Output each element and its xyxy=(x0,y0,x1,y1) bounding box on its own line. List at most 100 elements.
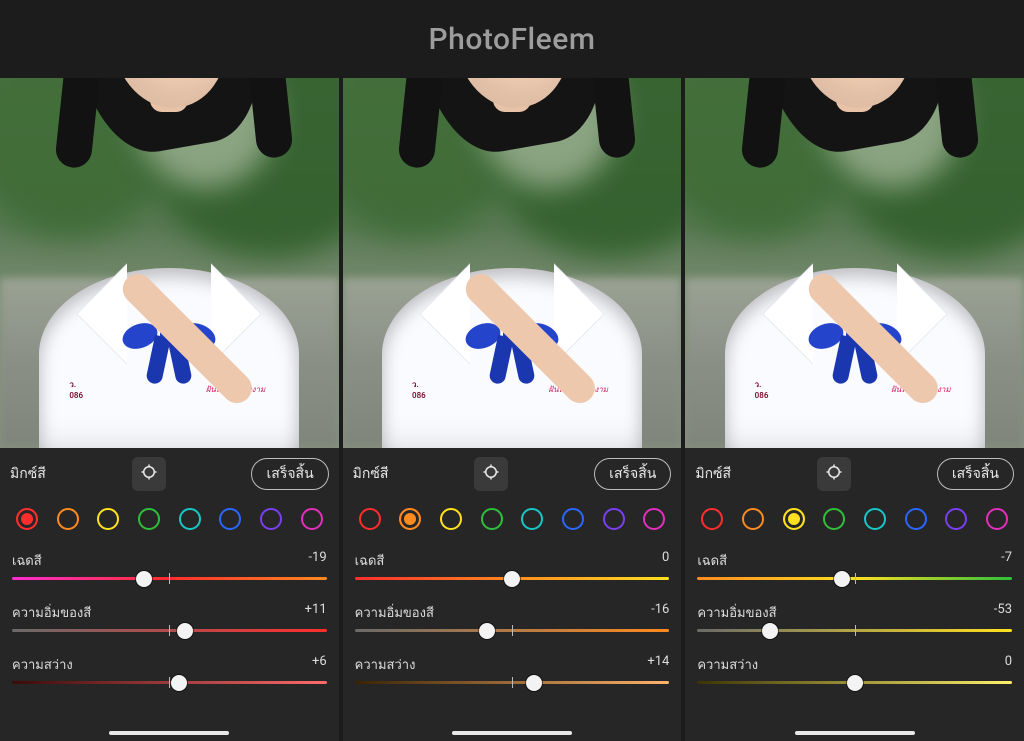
color-swatch[interactable] xyxy=(179,508,201,530)
color-swatch[interactable] xyxy=(643,508,665,530)
color-swatch[interactable] xyxy=(481,508,503,530)
slider-label: ความสว่าง xyxy=(697,654,758,675)
slider-value: +6 xyxy=(312,654,327,675)
slider-label: ความอิ่มของสี xyxy=(355,602,434,623)
color-swatch[interactable] xyxy=(138,508,160,530)
controls-topbar: มิกซ์สี เสร็จสิ้น xyxy=(353,448,672,500)
slider-value: 0 xyxy=(1005,654,1012,675)
watermark-text: PhotoFleem xyxy=(0,0,1024,78)
slider-knob[interactable] xyxy=(847,675,863,691)
color-swatch[interactable] xyxy=(440,508,462,530)
slider-track[interactable] xyxy=(12,681,327,684)
slider-row: ความสว่าง+6 xyxy=(12,654,327,684)
slider-center-tick xyxy=(855,625,856,636)
editor-panel: ว.086 ฝันหวาน สวยงาม มิกซ์สี เสร็จสิ้นเฉด… xyxy=(343,78,682,741)
slider-knob[interactable] xyxy=(762,623,778,639)
crosshair-icon xyxy=(825,463,843,485)
panel-title: มิกซ์สี xyxy=(10,463,46,485)
slider-track[interactable] xyxy=(697,629,1012,632)
controls-area: มิกซ์สี เสร็จสิ้นเฉดสี-7 ความอิ่มของสี-53 ค… xyxy=(685,448,1024,741)
panel-title: มิกซ์สี xyxy=(353,463,389,485)
color-swatch[interactable] xyxy=(864,508,886,530)
slider-row: เฉดสี-7 xyxy=(697,550,1012,580)
slider-center-tick xyxy=(512,625,513,636)
slider-knob[interactable] xyxy=(526,675,542,691)
slider-knob[interactable] xyxy=(136,571,152,587)
target-adjust-button[interactable] xyxy=(132,457,166,491)
slider-knob[interactable] xyxy=(504,571,520,587)
slider-row: ความอิ่มของสี-53 xyxy=(697,602,1012,632)
color-swatch[interactable] xyxy=(783,508,805,530)
photo-preview: ว.086 ฝันหวาน สวยงาม xyxy=(343,78,682,448)
slider-value: +11 xyxy=(305,602,327,623)
photo-preview: ว.086 ฝันหวาน สวยงาม xyxy=(0,78,339,448)
home-indicator xyxy=(109,731,229,735)
crosshair-icon xyxy=(482,463,500,485)
controls-area: มิกซ์สี เสร็จสิ้นเฉดสี -19 ความอิ่มของสี+11… xyxy=(0,448,339,741)
slider-center-tick xyxy=(512,677,513,688)
color-swatch[interactable] xyxy=(97,508,119,530)
slider-row: ความอิ่มของสี -16 xyxy=(355,602,670,632)
photo-preview: ว.086 ฝันหวาน สวยงาม xyxy=(685,78,1024,448)
panels-row: ว.086 ฝันหวาน สวยงาม มิกซ์สี เสร็จสิ้นเฉด… xyxy=(0,78,1024,741)
slider-row: ความสว่าง 0 xyxy=(697,654,1012,684)
crosshair-icon xyxy=(140,463,158,485)
photo-subject: ว.086 ฝันหวาน สวยงาม xyxy=(367,98,657,448)
done-button[interactable]: เสร็จสิ้น xyxy=(594,458,671,490)
color-swatch[interactable] xyxy=(945,508,967,530)
panel-title: มิกซ์สี xyxy=(695,463,731,485)
color-swatch[interactable] xyxy=(521,508,543,530)
slider-center-tick xyxy=(169,625,170,636)
target-adjust-button[interactable] xyxy=(474,457,508,491)
color-swatch[interactable] xyxy=(16,508,38,530)
slider-row: ความอิ่มของสี+11 xyxy=(12,602,327,632)
slider-knob[interactable] xyxy=(834,571,850,587)
slider-track[interactable] xyxy=(355,681,670,684)
slider-label: เฉดสี xyxy=(12,550,42,571)
slider-row: เฉดสี -19 xyxy=(12,550,327,580)
color-swatch[interactable] xyxy=(701,508,723,530)
slider-center-tick xyxy=(169,573,170,584)
slider-knob[interactable] xyxy=(479,623,495,639)
color-swatch[interactable] xyxy=(905,508,927,530)
color-swatch[interactable] xyxy=(742,508,764,530)
color-swatch[interactable] xyxy=(301,508,323,530)
done-button[interactable]: เสร็จสิ้น xyxy=(937,458,1014,490)
slider-row: ความสว่าง+14 xyxy=(355,654,670,684)
color-swatch[interactable] xyxy=(562,508,584,530)
sliders-group: เฉดสี -19 ความอิ่มของสี+11 ความสว่าง+6 xyxy=(10,544,329,684)
slider-label: เฉดสี xyxy=(355,550,385,571)
color-swatches xyxy=(353,500,672,544)
slider-center-tick xyxy=(855,573,856,584)
color-swatch[interactable] xyxy=(399,508,421,530)
controls-area: มิกซ์สีเสร็จสิ้นเฉดสี0ความอิ่มของสี-16คว… xyxy=(343,448,682,741)
done-button[interactable]: เสร็จสิ้น xyxy=(251,458,328,490)
slider-knob[interactable] xyxy=(171,675,187,691)
slider-value: -53 xyxy=(994,602,1012,623)
color-swatch[interactable] xyxy=(260,508,282,530)
editor-panel: ว.086 ฝันหวาน สวยงาม มิกซ์สี เสร็จสิ้นเฉด… xyxy=(685,78,1024,741)
slider-value: -19 xyxy=(308,550,326,571)
slider-track[interactable] xyxy=(697,577,1012,580)
sliders-group: เฉดสี-7 ความอิ่มของสี-53 ความสว่าง 0 xyxy=(695,544,1014,684)
slider-knob[interactable] xyxy=(177,623,193,639)
slider-value: -16 xyxy=(651,602,669,623)
color-swatch[interactable] xyxy=(219,508,241,530)
slider-track[interactable] xyxy=(12,629,327,632)
photo-subject: ว.086 ฝันหวาน สวยงาม xyxy=(710,98,1000,448)
color-swatch[interactable] xyxy=(986,508,1008,530)
color-swatch[interactable] xyxy=(57,508,79,530)
editor-panel: ว.086 ฝันหวาน สวยงาม มิกซ์สี เสร็จสิ้นเฉด… xyxy=(0,78,339,741)
color-swatch[interactable] xyxy=(603,508,625,530)
slider-track[interactable] xyxy=(697,681,1012,684)
slider-track[interactable] xyxy=(12,577,327,580)
photo-subject: ว.086 ฝันหวาน สวยงาม xyxy=(24,98,314,448)
color-swatch[interactable] xyxy=(823,508,845,530)
slider-track[interactable] xyxy=(355,629,670,632)
color-swatch[interactable] xyxy=(359,508,381,530)
sliders-group: เฉดสี0ความอิ่มของสี-16ความสว่าง+14 xyxy=(353,544,672,684)
slider-track[interactable] xyxy=(355,577,670,580)
target-adjust-button[interactable] xyxy=(817,457,851,491)
controls-topbar: มิกซ์สี เสร็จสิ้น xyxy=(10,448,329,500)
color-swatches xyxy=(10,500,329,544)
